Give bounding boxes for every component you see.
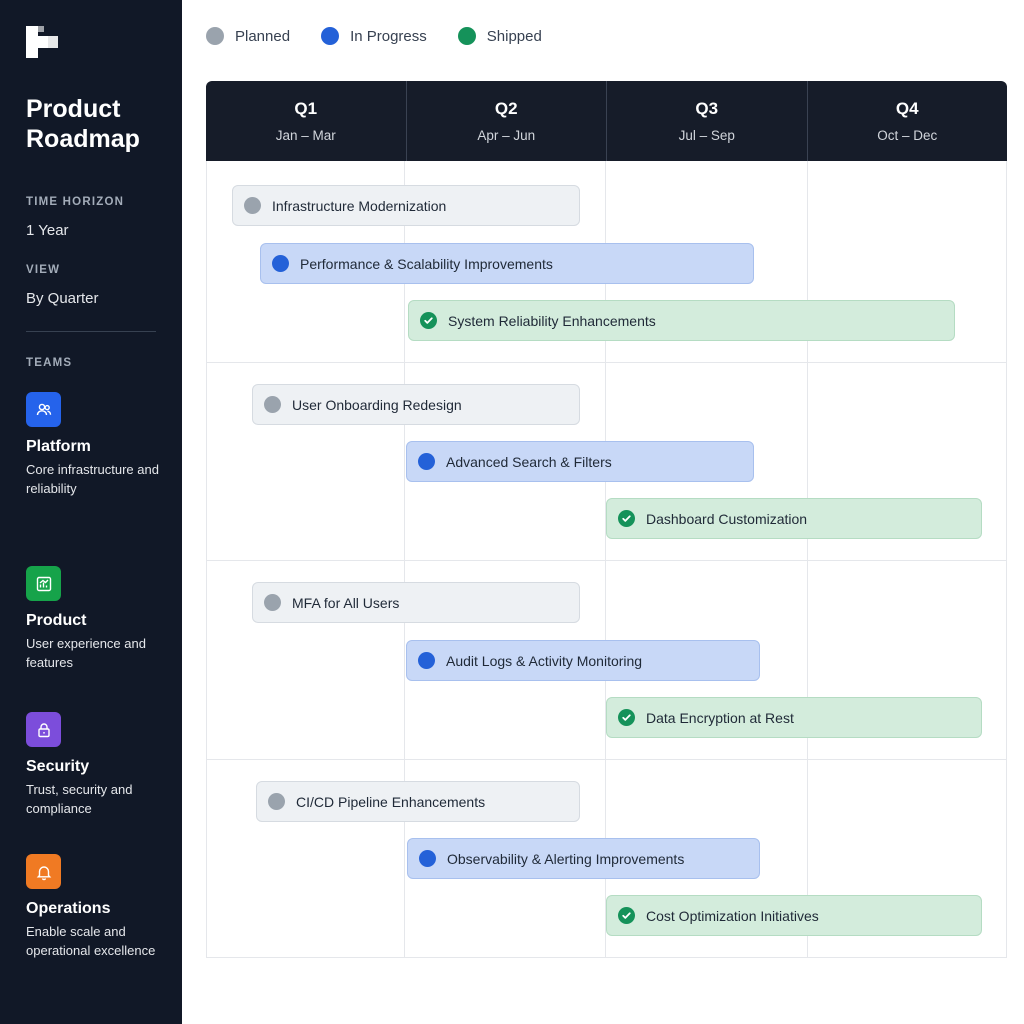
lock-icon <box>26 712 61 747</box>
status-dot-icon <box>268 793 285 810</box>
users-icon <box>26 392 61 427</box>
quarter-q2: Q2 Apr – Jun <box>407 81 607 161</box>
roadmap-item-label: System Reliability Enhancements <box>448 312 656 329</box>
check-icon <box>420 312 437 329</box>
quarter-range: Jul – Sep <box>678 128 735 143</box>
team-description: Trust, security and compliance <box>26 782 133 816</box>
roadmap-item[interactable]: Dashboard Customization <box>606 498 982 539</box>
team-description: User experience and features <box>26 636 146 670</box>
team-platform[interactable]: Platform Core infrastructure and reliabi… <box>26 392 176 498</box>
team-security[interactable]: Security Trust, security and compliance <box>26 712 176 818</box>
status-dot-icon <box>418 652 435 669</box>
status-dot-icon <box>264 396 281 413</box>
roadmap-item[interactable]: Infrastructure Modernization <box>232 185 580 226</box>
view-value[interactable]: By Quarter <box>26 290 99 307</box>
roadmap-item[interactable]: User Onboarding Redesign <box>252 384 580 425</box>
roadmap-item[interactable]: Cost Optimization Initiatives <box>606 895 982 936</box>
roadmap-item[interactable]: Performance & Scalability Improvements <box>260 243 754 284</box>
grid-row-divider <box>207 759 1006 760</box>
sidebar-divider <box>26 331 156 332</box>
grid-column-divider <box>807 161 808 957</box>
roadmap-item-label: Dashboard Customization <box>646 510 808 527</box>
grid-row-divider <box>207 560 1006 561</box>
logo-icon <box>26 26 58 58</box>
status-dot-icon <box>264 594 281 611</box>
check-icon <box>618 510 635 527</box>
quarter-range: Jan – Mar <box>275 128 336 143</box>
quarter-q4: Q4 Oct – Dec <box>808 81 1008 161</box>
team-product[interactable]: Product User experience and features <box>26 566 176 672</box>
status-dot-icon <box>244 197 261 214</box>
grid-row-divider <box>207 362 1006 363</box>
app-title: Product Roadmap <box>26 95 140 153</box>
roadmap-item[interactable]: Data Encryption at Rest <box>606 697 982 738</box>
roadmap-grid: Infrastructure Modernization Performance… <box>206 161 1007 958</box>
team-operations[interactable]: Operations Enable scale and operational … <box>26 854 176 960</box>
roadmap-item-label: MFA for All Users <box>292 594 400 611</box>
bell-icon <box>26 854 61 889</box>
planned-dot-icon <box>206 27 224 45</box>
in-progress-dot-icon <box>321 27 340 45</box>
roadmap-item[interactable]: Observability & Alerting Improvements <box>407 838 760 879</box>
legend-label: Shipped <box>486 27 542 45</box>
roadmap-item-label: CI/CD Pipeline Enhancements <box>296 793 486 810</box>
quarter-range: Oct – Dec <box>877 128 938 143</box>
time-horizon-value[interactable]: 1 Year <box>26 222 69 239</box>
team-name: Operations <box>26 900 111 917</box>
shipped-dot-icon <box>457 27 476 45</box>
quarter-q3: Q3 Jul – Sep <box>607 81 808 161</box>
roadmap-item[interactable]: Audit Logs & Activity Monitoring <box>406 640 760 681</box>
view-label: VIEW <box>26 264 61 276</box>
legend-item-shipped: Shipped <box>457 27 542 45</box>
roadmap-item-label: Infrastructure Modernization <box>272 197 447 214</box>
roadmap-item-label: Performance & Scalability Improvements <box>300 255 553 272</box>
roadmap-item-label: Advanced Search & Filters <box>446 453 612 470</box>
legend-item-in-progress: In Progress <box>321 27 427 45</box>
time-horizon-label: TIME HORIZON <box>26 196 125 208</box>
quarter-header: Q1 Jan – Mar Q2 Apr – Jun Q3 Jul – Sep Q… <box>206 81 1007 161</box>
roadmap-item-label: User Onboarding Redesign <box>292 396 462 413</box>
teams-label: TEAMS <box>26 357 73 369</box>
quarter-name: Q4 <box>895 99 919 118</box>
check-icon <box>618 709 635 726</box>
roadmap-item[interactable]: Advanced Search & Filters <box>406 441 754 482</box>
quarter-name: Q1 <box>294 99 318 118</box>
team-name: Product <box>26 612 87 629</box>
roadmap-item-label: Audit Logs & Activity Monitoring <box>446 652 643 669</box>
team-name: Security <box>26 758 90 775</box>
roadmap-item-label: Data Encryption at Rest <box>646 709 794 726</box>
team-description: Core infrastructure and reliability <box>26 462 159 496</box>
roadmap-item[interactable]: CI/CD Pipeline Enhancements <box>256 781 580 822</box>
chart-icon <box>26 566 61 601</box>
status-dot-icon <box>419 850 436 867</box>
quarter-range: Apr – Jun <box>477 128 536 143</box>
legend-label: Planned <box>235 27 291 45</box>
quarter-name: Q3 <box>695 99 719 118</box>
roadmap-item[interactable]: MFA for All Users <box>252 582 580 623</box>
team-name: Platform <box>26 438 91 455</box>
sidebar: Product Roadmap TIME HORIZON 1 Year VIEW… <box>0 0 182 1024</box>
roadmap-item-label: Cost Optimization Initiatives <box>646 907 819 924</box>
status-legend: Planned In Progress Shipped <box>206 26 573 46</box>
status-dot-icon <box>272 255 289 272</box>
team-description: Enable scale and operational excellence <box>26 924 156 958</box>
legend-label: In Progress <box>350 27 427 45</box>
roadmap-item[interactable]: System Reliability Enhancements <box>408 300 955 341</box>
check-icon <box>618 907 635 924</box>
status-dot-icon <box>418 453 435 470</box>
legend-item-planned: Planned <box>206 27 290 45</box>
roadmap-item-label: Observability & Alerting Improvements <box>447 850 685 867</box>
quarter-name: Q2 <box>494 99 518 118</box>
quarter-q1: Q1 Jan – Mar <box>206 81 407 161</box>
